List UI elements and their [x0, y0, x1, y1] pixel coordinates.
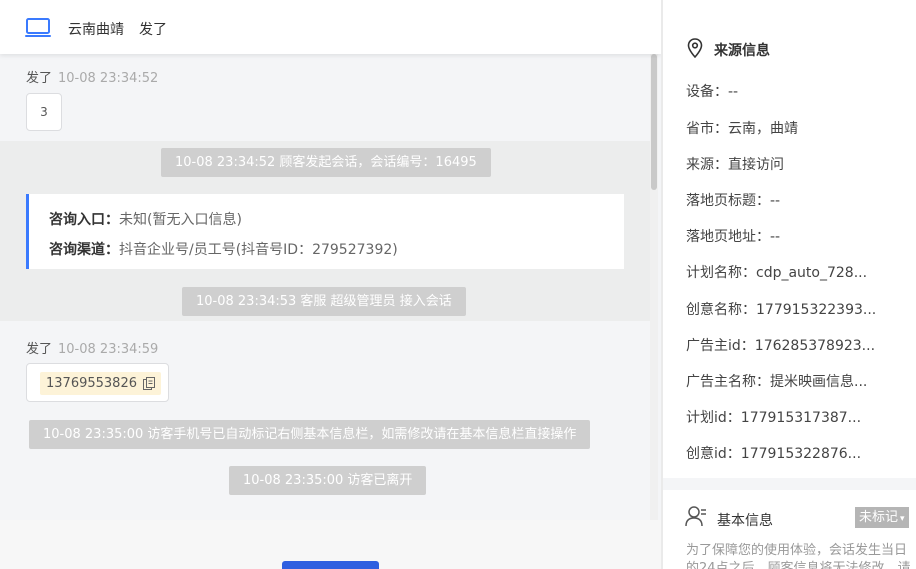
field-landing-url: 落地页地址：-- [686, 226, 780, 246]
scrollbar-thumb[interactable] [651, 54, 657, 190]
chat-scrollbar[interactable] [650, 54, 658, 520]
chat-header: 云南曲靖 发了 [0, 0, 661, 54]
field-province-city: 省市：云南，曲靖 [686, 118, 798, 138]
field-value: -- [728, 84, 739, 100]
chat-pane: 云南曲靖 发了 发了 10-08 23:34:52 3 10-08 23:34:5… [0, 0, 661, 569]
field-value: 177915317387... [740, 410, 862, 426]
field-label: 来源： [686, 157, 728, 173]
field-advertiser-name: 广告主名称：提米映画信息... [686, 371, 867, 391]
message-bubble: 3 [26, 93, 62, 131]
system-notice-visitor-left: 10-08 23:35:00 访客已离开 [229, 466, 427, 495]
field-creative-name: 创意名称：177915322393... [686, 299, 876, 319]
field-label: 创意id： [686, 446, 741, 462]
field-label: 创意名称： [686, 302, 756, 318]
consult-channel-value: 抖音企业号/员工号(抖音号ID：279527392) [119, 242, 398, 258]
field-label: 广告主id： [686, 338, 755, 354]
field-value: 云南，曲靖 [728, 121, 798, 137]
message-meta: 发了 10-08 23:34:59 [26, 338, 158, 357]
field-value: 直接访问 [728, 157, 784, 173]
field-value: 177915322393... [756, 302, 877, 318]
basic-info-notice: 为了保障您的使用体验，会话发生当日的24点之后，顾客信息将无法修改，请 [686, 543, 911, 569]
send-button[interactable] [282, 561, 379, 569]
field-creative-id: 创意id：177915322876... [686, 443, 861, 463]
field-source: 来源：直接访问 [686, 154, 784, 174]
field-label: 落地页地址： [686, 229, 770, 245]
chevron-down-icon: ▾ [900, 514, 905, 524]
consult-channel: 咨询渠道：抖音企业号/员工号(抖音号ID：279527392) [49, 239, 398, 259]
message-time: 10-08 23:34:59 [58, 342, 159, 357]
field-label: 省市： [686, 121, 728, 137]
field-label: 计划id： [686, 410, 741, 426]
mark-tag-select[interactable]: 未标记 ▾ [855, 507, 909, 528]
phone-number-chip[interactable]: 13769553826 [40, 372, 161, 395]
consult-channel-label: 咨询渠道： [49, 242, 119, 258]
info-panel: 来源信息 设备：-- 省市：云南，曲靖 来源：直接访问 落地页标题：-- 落地页… [663, 0, 916, 569]
location-pin-icon [687, 38, 703, 58]
field-plan-id: 计划id：177915317387... [686, 407, 861, 427]
visitor-name: 发了 [139, 22, 167, 38]
field-label: 计划名称： [686, 265, 756, 281]
field-value: -- [770, 193, 781, 209]
field-value: 177915322876... [740, 446, 862, 462]
consult-entry-label: 咨询入口： [49, 212, 119, 228]
visitor-location: 云南曲靖 [68, 22, 124, 38]
panel-separator [663, 478, 916, 490]
basic-info-title: 基本信息 [717, 513, 773, 529]
phone-number: 13769553826 [46, 376, 137, 391]
source-info-title: 来源信息 [714, 43, 770, 59]
system-notice-auto-mark: 10-08 23:35:00 访客手机号已自动标记右侧基本信息栏，如需修改请在基… [29, 420, 591, 449]
field-plan-name: 计划名称：cdp_auto_728... [686, 262, 867, 282]
system-notice-agent-join: 10-08 23:34:53 客服 超级管理员 接入会话 [182, 287, 466, 316]
field-device: 设备：-- [686, 81, 738, 101]
copy-icon[interactable] [142, 377, 155, 390]
field-value: cdp_auto_728... [756, 265, 868, 281]
mark-tag-label: 未标记 [859, 510, 899, 525]
message-time: 10-08 23:34:52 [58, 71, 159, 86]
consult-entry-value: 未知(暂无入口信息) [119, 212, 242, 228]
message-meta: 发了 10-08 23:34:52 [26, 67, 158, 86]
field-landing-title: 落地页标题：-- [686, 190, 780, 210]
message-sender: 发了 [26, 342, 53, 357]
field-value: -- [770, 229, 781, 245]
computer-icon [25, 18, 51, 37]
message-sender: 发了 [26, 71, 53, 86]
user-icon [685, 506, 706, 527]
consult-info-card: 咨询入口：未知(暂无入口信息) 咨询渠道：抖音企业号/员工号(抖音号ID：279… [26, 194, 624, 269]
system-notice-session-start: 10-08 23:34:52 顾客发起会话，会话编号：16495 [161, 148, 491, 177]
field-label: 广告主名称： [686, 374, 770, 390]
field-label: 设备： [686, 84, 728, 100]
app-root: 云南曲靖 发了 发了 10-08 23:34:52 3 10-08 23:34:5… [0, 0, 916, 569]
field-advertiser-id: 广告主id：176285378923... [686, 335, 875, 355]
field-label: 落地页标题： [686, 193, 770, 209]
field-value: 提米映画信息... [770, 374, 868, 390]
field-value: 176285378923... [754, 338, 876, 354]
consult-entry: 咨询入口：未知(暂无入口信息) [49, 209, 242, 229]
